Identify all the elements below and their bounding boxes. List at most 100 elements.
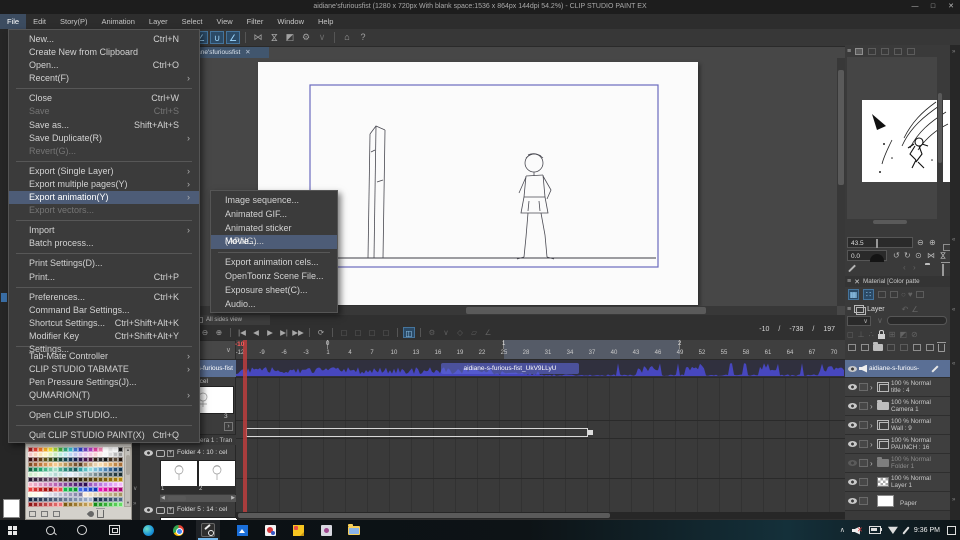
new-folder-icon[interactable] (873, 342, 883, 351)
paper-thumbnail-icon[interactable] (877, 495, 894, 507)
menubar-item-help[interactable]: Help (311, 14, 340, 29)
material-copy-icon[interactable] (878, 291, 886, 298)
file-explorer-icon[interactable] (342, 520, 366, 540)
material-paste-icon[interactable] (890, 291, 898, 298)
file-menu-item-modifier-key-settings[interactable]: Modifier Key Settings... Ctrl+Shift+Alt+Y (9, 330, 199, 354)
file-menu-item-preferences[interactable]: Preferences... Ctrl+K (9, 291, 199, 304)
information-tab-icon[interactable] (894, 47, 903, 55)
menubar-item-layer[interactable]: Layer (142, 14, 175, 29)
file-menu-item-close[interactable]: Close Ctrl+W (9, 92, 199, 105)
file-menu-item-new[interactable]: New... Ctrl+N (9, 33, 199, 46)
layer-checkbox[interactable] (859, 383, 868, 391)
file-menu-item-shortcut-settings[interactable]: Shortcut Settings... Ctrl+Shift+Alt+K (9, 317, 199, 330)
action-center-icon[interactable] (947, 525, 956, 535)
collapse-icon[interactable]: « (952, 361, 955, 367)
collapse-icon[interactable]: » (952, 49, 955, 55)
new-cel-icon[interactable]: ▢ (338, 327, 350, 338)
color-swatch[interactable] (118, 502, 123, 507)
rotate-slider[interactable]: 0.0 (847, 250, 887, 262)
submenu-item-exposure-sheet-c[interactable]: Exposure sheet(C)... (211, 284, 337, 298)
file-menu-item-print-settings-d[interactable]: Print Settings(D)... (9, 257, 199, 270)
canvas-vertical-scrollbar[interactable] (837, 58, 845, 306)
zoom-out-icon[interactable]: ⊖ (917, 238, 924, 247)
palette-page-icon[interactable] (53, 511, 60, 517)
file-menu-item-create-new-from-clipboard[interactable]: Create New from Clipboard (9, 46, 199, 59)
navigator-view[interactable] (847, 57, 950, 225)
onion-skin-icon[interactable]: ◫ (403, 327, 415, 338)
material-delete-icon[interactable] (915, 291, 924, 298)
timeline-playhead[interactable] (243, 340, 247, 512)
prev-icon[interactable]: ‹ (903, 263, 906, 272)
snap-grid-icon[interactable]: ∠ (226, 31, 240, 44)
pen-input-icon[interactable] (902, 525, 910, 535)
clip-duration-handle[interactable] (588, 430, 593, 435)
panel-menu-icon[interactable]: ≡ (847, 306, 851, 313)
file-menu-item-print[interactable]: Print... Ctrl+P (9, 271, 199, 284)
battery-icon[interactable] (868, 526, 882, 534)
layer-row-camera-1[interactable]: › 100 % Normal Camera 1 (845, 397, 950, 416)
new-layer-icon[interactable] (848, 344, 856, 351)
folder-thumbnail-icon[interactable] (877, 400, 889, 410)
material-favorite-icon[interactable]: ♥ (908, 290, 913, 299)
zoom-in-icon[interactable]: ⊕ (213, 327, 225, 338)
menubar-item-animation[interactable]: Animation (95, 14, 142, 29)
clip-to-layer-icon[interactable]: ◻ (847, 330, 854, 339)
submenu-item-audio[interactable]: Audio... (211, 298, 337, 312)
scroll-left-icon[interactable]: ◀ (161, 495, 165, 501)
scroll-right-icon[interactable]: ▶ (231, 495, 235, 501)
panel-menu-icon[interactable]: ≡ (847, 278, 851, 285)
chevron-down-icon[interactable]: ∨ (315, 31, 329, 44)
eye-icon[interactable] (847, 422, 857, 428)
go-end-icon[interactable]: ▶▶ (292, 327, 304, 338)
file-menu-item-export-vectors[interactable]: Export vectors... (9, 204, 199, 217)
cel-thumbnail[interactable] (198, 460, 236, 488)
sticky-notes-icon[interactable] (286, 520, 310, 540)
play-icon[interactable]: ▶ (264, 327, 276, 338)
cel-next-button[interactable]: › (224, 422, 233, 431)
eye-icon[interactable] (847, 403, 857, 409)
file-menu-item-clip-studio-tabmate[interactable]: CLIP STUDIO TABMATE › (9, 363, 199, 376)
file-menu-item-tab-mate-controller[interactable]: Tab-Mate Controller › (9, 350, 199, 363)
task-view-icon[interactable] (102, 520, 126, 540)
expand-plus-icon[interactable]: + (167, 450, 174, 457)
timeline-horizontal-scrollbar-thumb[interactable] (238, 513, 610, 518)
submenu-item-opentoonz-scene-file[interactable]: OpenToonz Scene File... (211, 270, 337, 284)
folder4-track-header[interactable]: + Folder 4 : 10 : cel (140, 447, 236, 460)
file-menu-item-batch-process[interactable]: Batch process... (9, 237, 199, 250)
audio-clip-label[interactable]: aidiane-s-furious-fist_UkV9LLyU (441, 363, 579, 374)
layer-row-layer-1[interactable]: 100 % Normal Layer 1 (845, 473, 950, 492)
current-color-swatch[interactable] (3, 499, 20, 518)
opacity-slider[interactable] (887, 316, 947, 325)
expand-arrow-icon[interactable]: › (870, 440, 877, 449)
file-menu-item-revert-g[interactable]: Revert(G)... (9, 145, 199, 158)
file-menu-item-export-animation-y[interactable]: Export animation(Y) › (9, 191, 199, 205)
submenu-item-export-animation-cels[interactable]: Export animation cels... (211, 256, 337, 270)
minimize-button[interactable]: — (906, 0, 924, 14)
gear-dropdown-icon[interactable]: ⚙ (299, 31, 313, 44)
key-icon[interactable]: ◇ (454, 327, 466, 338)
layer-row-paper[interactable]: Paper (845, 492, 950, 511)
eye-icon[interactable] (144, 450, 153, 456)
reference-layer-icon[interactable]: ∴ (869, 330, 874, 339)
eye-icon[interactable] (847, 441, 857, 447)
layer-checkbox[interactable] (859, 440, 868, 448)
file-menu-item-open[interactable]: Open... Ctrl+O (9, 59, 199, 72)
zoom-slider-knob[interactable] (876, 239, 878, 248)
expand-arrow-icon[interactable]: › (870, 421, 877, 430)
delete-color-icon[interactable] (96, 508, 105, 518)
next-frame-icon[interactable]: ▶| (278, 327, 290, 338)
navigator-vertical-scrollbar[interactable] (937, 57, 943, 225)
layer-row-title-4[interactable]: › 100 % Normal title : 4 (845, 378, 950, 397)
navigator-tab-icon[interactable] (855, 47, 864, 55)
layer-brush-icon[interactable]: ∠ (911, 305, 918, 314)
enable-mask-icon[interactable]: ⊞ (889, 330, 896, 339)
file-menu-item-export-single-layer[interactable]: Export (Single Layer) › (9, 165, 199, 178)
transfer-layer-icon[interactable] (887, 344, 895, 351)
file-menu-item-save[interactable]: Save Ctrl+S (9, 105, 199, 118)
flip-horizontal-icon[interactable]: ⋈ (251, 31, 265, 44)
panel-menu-icon[interactable]: ≡ (847, 48, 851, 55)
clip-duration-bar[interactable] (246, 428, 588, 437)
combine-layer-icon[interactable] (900, 344, 908, 351)
maximize-button[interactable]: □ (924, 0, 942, 14)
layer-color-icon[interactable]: ⊘ (911, 330, 918, 339)
